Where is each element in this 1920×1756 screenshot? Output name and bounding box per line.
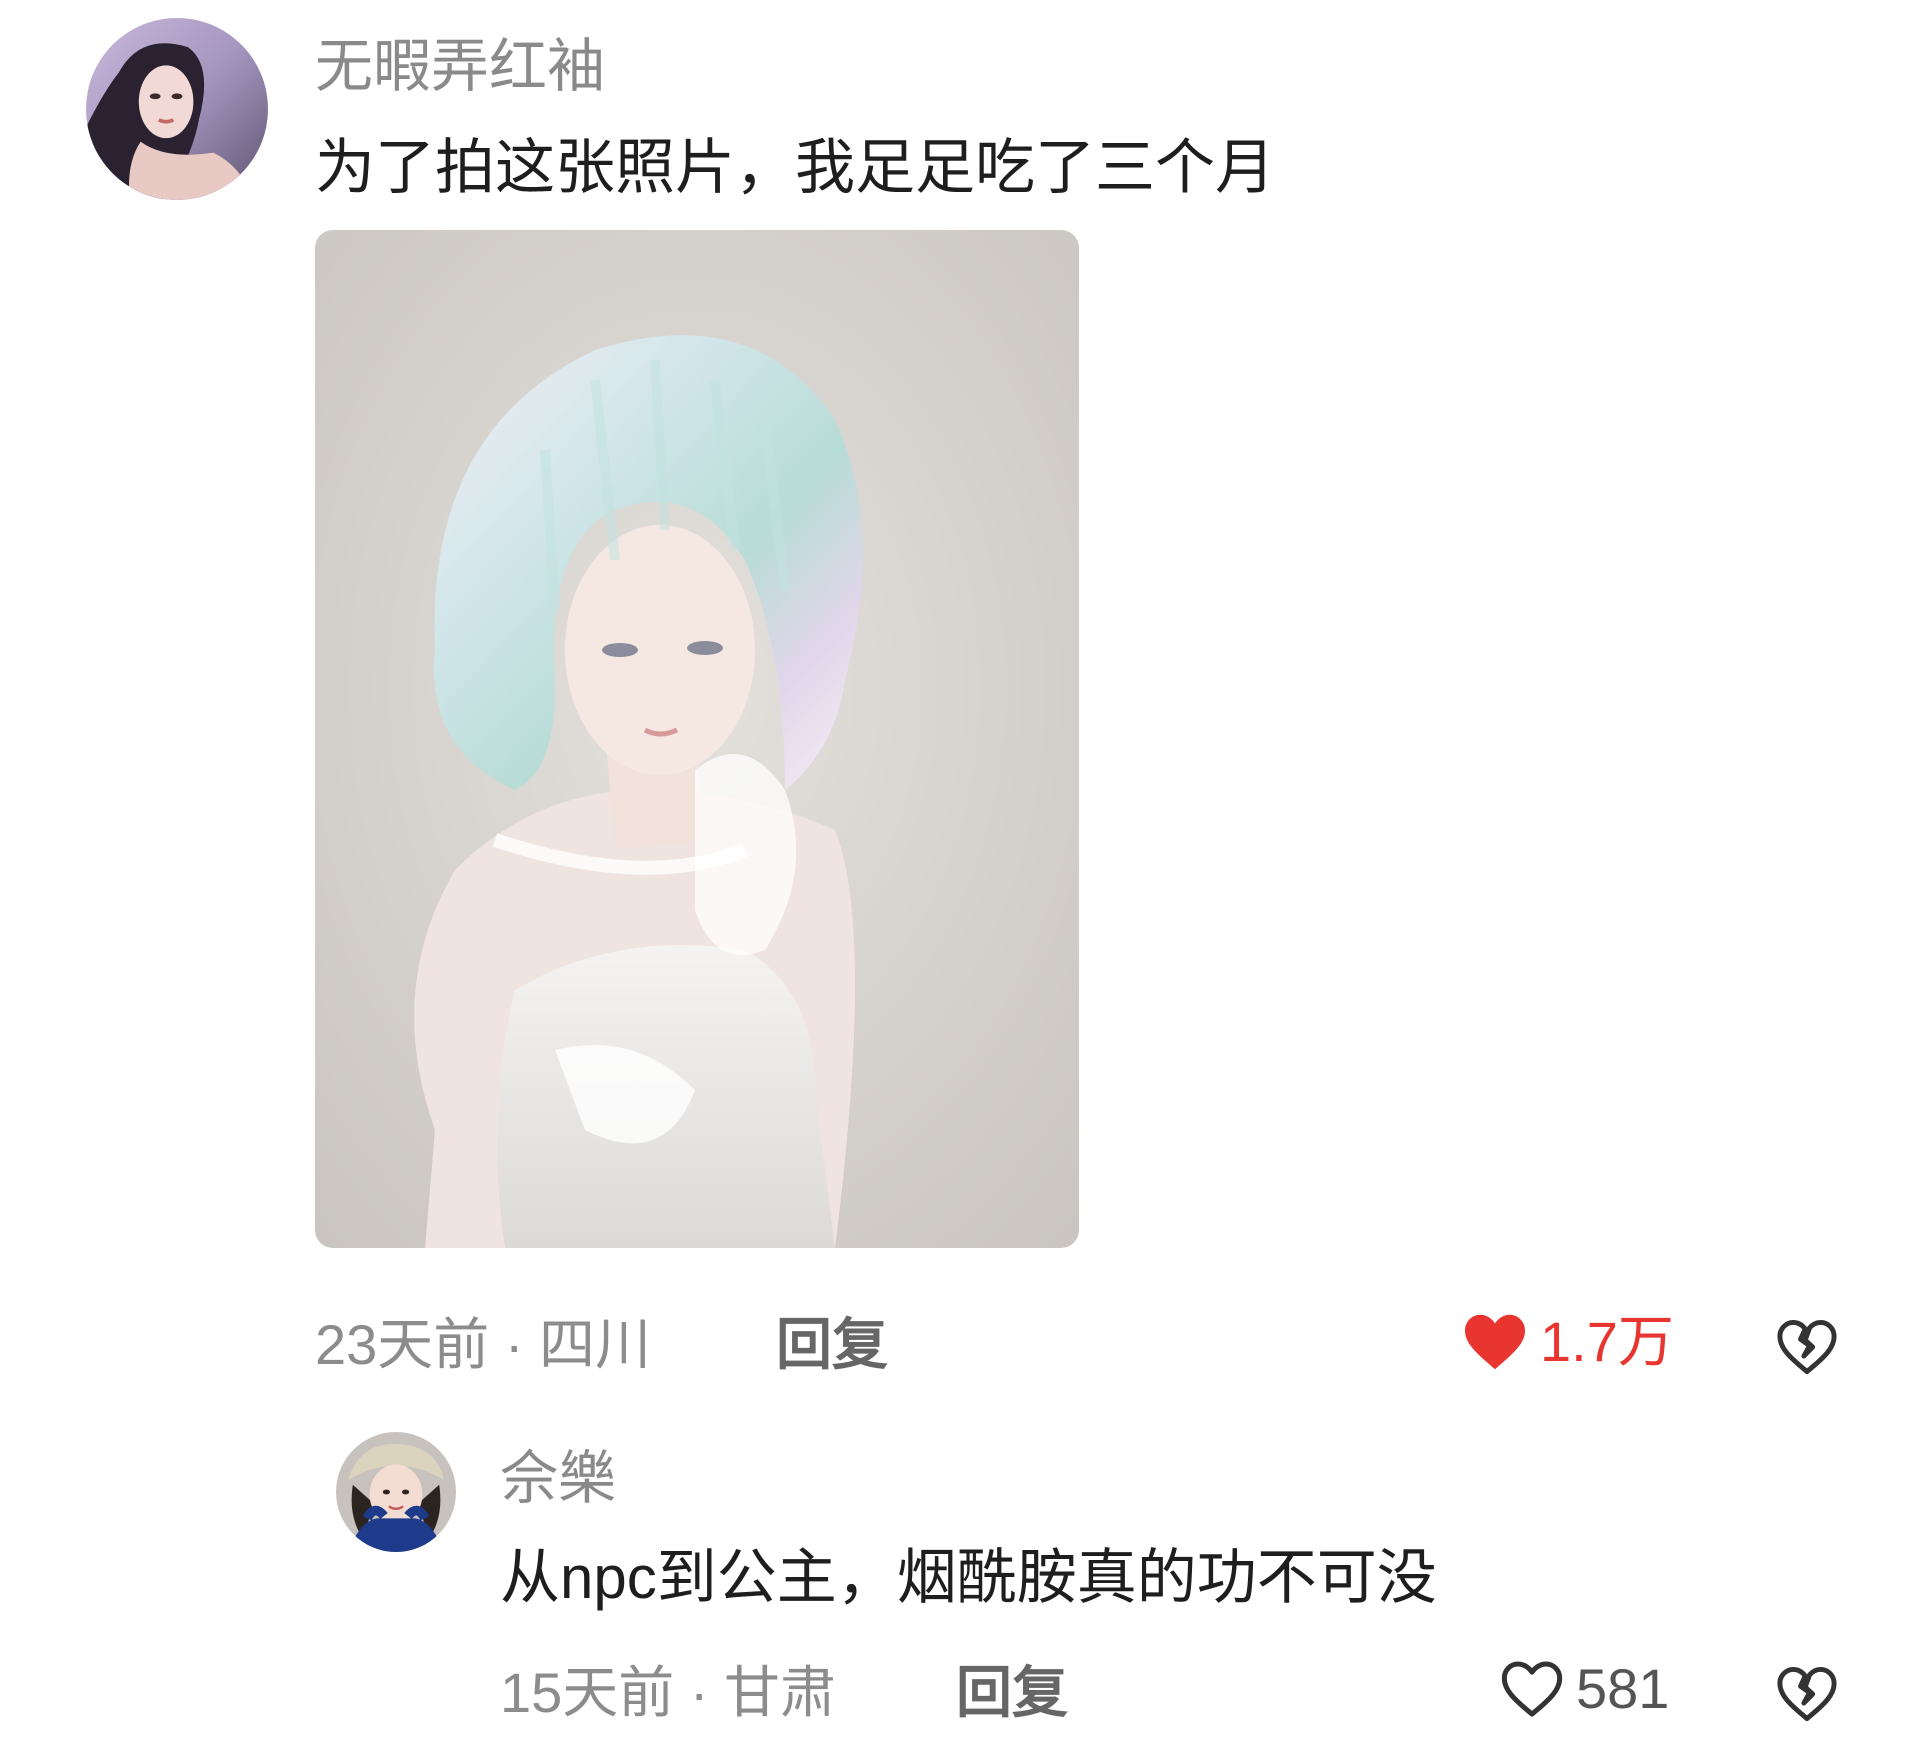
commenter-name[interactable]: 无暇弄红袖 bbox=[315, 38, 605, 96]
reply-dislike-button[interactable] bbox=[1776, 1665, 1838, 1723]
replier-name[interactable]: 佘樂 bbox=[500, 1450, 616, 1508]
replier-avatar[interactable] bbox=[336, 1432, 456, 1552]
reply-reply-button[interactable]: 回复 bbox=[956, 1665, 1068, 1721]
heart-outline-icon bbox=[1500, 1660, 1564, 1718]
reply-like-button[interactable]: 581 bbox=[1500, 1660, 1669, 1718]
comment-meta: 23天前 · 四川 bbox=[315, 1313, 652, 1376]
dislike-button[interactable] bbox=[1776, 1318, 1838, 1376]
reply-like-count: 581 bbox=[1576, 1657, 1670, 1720]
commenter-avatar[interactable] bbox=[86, 18, 268, 200]
reply-meta: 15天前 · 甘肃 bbox=[500, 1661, 837, 1724]
like-button[interactable]: 1.7万 bbox=[1462, 1312, 1674, 1372]
reply-text: 从npc到公主，烟酰胺真的功不可没 bbox=[500, 1544, 1437, 1611]
like-count: 1.7万 bbox=[1540, 1310, 1674, 1373]
heart-filled-icon bbox=[1462, 1312, 1528, 1372]
reply-button[interactable]: 回复 bbox=[776, 1317, 888, 1373]
comment-text: 为了拍这张照片，我足足吃了三个月 bbox=[315, 134, 1275, 201]
broken-heart-icon bbox=[1776, 1667, 1838, 1727]
broken-heart-icon bbox=[1776, 1320, 1838, 1380]
comment-photo[interactable] bbox=[315, 230, 1079, 1248]
